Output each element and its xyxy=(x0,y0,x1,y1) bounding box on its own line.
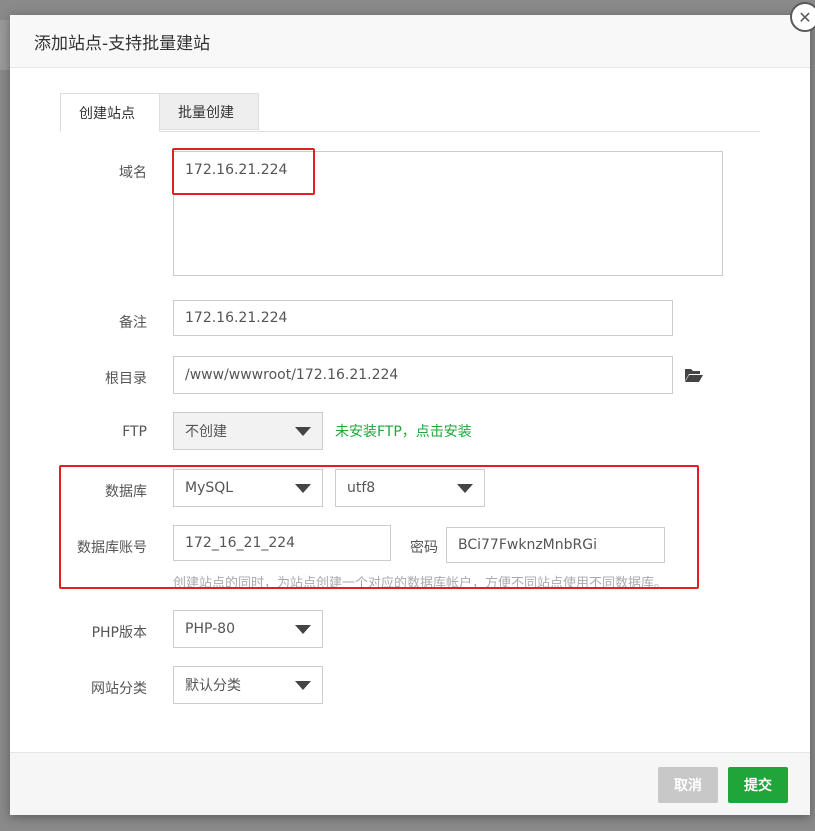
cancel-button[interactable]: 取消 xyxy=(658,767,718,803)
database-charset-select[interactable]: utf8 xyxy=(335,469,485,507)
add-site-dialog: 添加站点-支持批量建站 创建站点 批量创建 域名 172.16.21.224 备… xyxy=(10,15,810,815)
root-dir-label: 根目录 xyxy=(105,371,147,387)
site-category-label: 网站分类 xyxy=(91,681,147,697)
dialog-title: 添加站点-支持批量建站 xyxy=(10,15,810,68)
dialog-footer: 取消 提交 xyxy=(10,752,810,815)
php-version-label: PHP版本 xyxy=(91,625,147,641)
database-type-value: MySQL xyxy=(185,480,234,496)
database-charset-value: utf8 xyxy=(347,480,376,496)
folder-open-icon[interactable] xyxy=(684,367,704,383)
site-category-value: 默认分类 xyxy=(185,678,241,694)
tab-bar: 创建站点 批量创建 xyxy=(60,93,760,132)
db-account-label: 数据库账号 xyxy=(77,540,147,556)
remark-label: 备注 xyxy=(119,315,147,331)
domain-label: 域名 xyxy=(119,165,147,181)
php-version-select[interactable]: PHP-80 xyxy=(173,610,323,648)
database-label: 数据库 xyxy=(105,484,147,500)
ftp-label: FTP xyxy=(122,424,147,440)
chevron-down-icon xyxy=(295,624,311,634)
db-account-input[interactable]: 172_16_21_224 xyxy=(173,525,391,561)
domain-textarea[interactable]: 172.16.21.224 xyxy=(173,151,723,276)
close-icon[interactable]: ✕ xyxy=(790,2,815,32)
root-dir-input[interactable]: /www/wwwroot/172.16.21.224 xyxy=(173,356,673,394)
tab-create-site[interactable]: 创建站点 xyxy=(60,93,160,132)
db-hint-text: 创建站点的同时，为站点创建一个对应的数据库帐户，方便不同站点使用不同数据库。 xyxy=(173,576,668,591)
database-type-select[interactable]: MySQL xyxy=(173,469,323,507)
site-category-select[interactable]: 默认分类 xyxy=(173,666,323,704)
chevron-down-icon xyxy=(295,483,311,493)
ftp-select-value: 不创建 xyxy=(185,424,227,440)
install-ftp-link[interactable]: 未安装FTP，点击安装 xyxy=(335,421,472,441)
chevron-down-icon xyxy=(295,680,311,690)
db-password-label: 密码 xyxy=(410,540,438,556)
chevron-down-icon xyxy=(457,483,473,493)
php-version-value: PHP-80 xyxy=(185,621,235,637)
chevron-down-icon xyxy=(295,426,311,436)
db-password-input[interactable]: BCi77FwknzMnbRGi xyxy=(446,527,665,563)
tab-batch-create[interactable]: 批量创建 xyxy=(160,93,259,130)
submit-button[interactable]: 提交 xyxy=(728,767,788,803)
ftp-select[interactable]: 不创建 xyxy=(173,412,323,450)
remark-input[interactable]: 172.16.21.224 xyxy=(173,300,673,336)
